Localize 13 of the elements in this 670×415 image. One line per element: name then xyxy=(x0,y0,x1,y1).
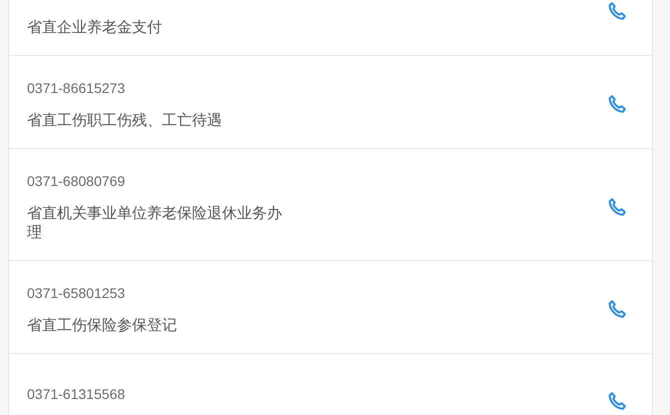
service-description: 省直机关事业单位养老保险退休业务办理 xyxy=(27,204,283,242)
phone-icon[interactable] xyxy=(606,93,628,115)
phone-icon[interactable] xyxy=(606,298,628,320)
phone-icon[interactable] xyxy=(606,196,628,218)
phone-number: 0371-65801253 xyxy=(27,284,126,303)
service-description: 省直企业养老金支付 xyxy=(27,18,163,37)
phone-number: 0371-68080769 xyxy=(27,172,126,191)
phone-icon[interactable] xyxy=(606,390,628,412)
phone-number: 0371-61315568 xyxy=(27,385,126,404)
phone-icon[interactable] xyxy=(606,0,628,22)
phone-number: 0371-86615273 xyxy=(27,79,126,98)
service-description: 省直工伤保险参保登记 xyxy=(27,316,178,335)
service-description: 省直工伤职工伤残、工亡待遇 xyxy=(27,111,223,130)
